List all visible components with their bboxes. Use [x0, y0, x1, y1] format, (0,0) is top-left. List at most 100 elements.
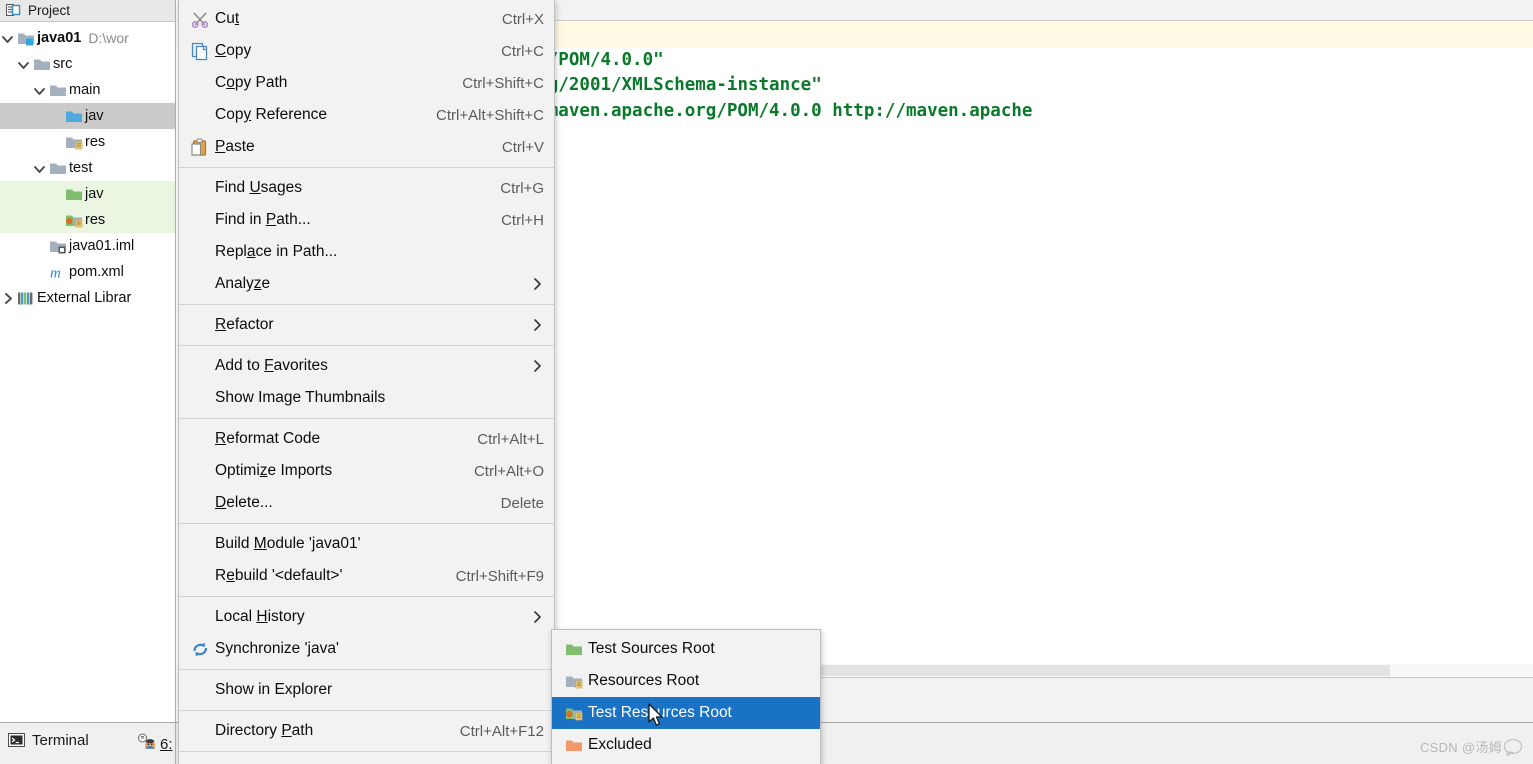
- tree-node-path: D:\wor: [88, 30, 129, 46]
- menu-separator: [179, 418, 554, 419]
- csdn-watermark: CSDN @汤姆: [1420, 737, 1523, 756]
- paste-clipboard-icon: [185, 138, 215, 157]
- menu-item-shortcut: Ctrl+C: [501, 42, 544, 60]
- menu-item-rebuild-default[interactable]: Rebuild '<default>' Ctrl+Shift+F9: [179, 560, 554, 592]
- menu-item-paste[interactable]: Paste Ctrl+V: [179, 131, 554, 163]
- tree-node-label: test: [69, 160, 93, 176]
- menu-separator: [179, 596, 554, 597]
- menu-item-optimize-imports[interactable]: Optimize Imports Ctrl+Alt+O: [179, 455, 554, 487]
- resources-root-folder-icon: [63, 133, 85, 151]
- menu-item-shortcut: Ctrl+Alt+L: [477, 430, 544, 448]
- tree-node-label: pom.xml: [69, 264, 124, 280]
- chevron-right-icon[interactable]: [0, 292, 15, 305]
- menu-item-add-to-favorites[interactable]: Add to Favorites: [179, 350, 554, 382]
- menu-item-build-module-java01[interactable]: Build Module 'java01': [179, 528, 554, 560]
- test-sources-root-icon: [560, 640, 588, 658]
- tree-node-src[interactable]: src: [0, 51, 175, 77]
- menu-item-label: Replace in Path...: [215, 243, 338, 260]
- menu-item-analyze[interactable]: Analyze: [179, 268, 554, 300]
- chevron-down-icon[interactable]: [16, 58, 31, 71]
- project-panel-header[interactable]: Project: [0, 0, 175, 22]
- tree-node-label: res: [85, 212, 106, 228]
- menu-item-label: Delete...: [215, 494, 273, 511]
- chevron-down-icon[interactable]: [32, 162, 47, 175]
- menu-item-shortcut: Ctrl+X: [501, 10, 544, 28]
- menu-item-reformat-code[interactable]: Reformat Code Ctrl+Alt+L: [179, 423, 554, 455]
- menu-item-local-history[interactable]: Local History: [179, 601, 554, 633]
- submenu-item-label: Resources Root: [588, 672, 700, 689]
- cut-scissors-icon: [185, 10, 215, 29]
- context-menu[interactable]: Cut Ctrl+X Copy Ctrl+C Copy Path Ctrl+Shift+C…: [178, 0, 555, 764]
- chevron-right-icon: [531, 359, 544, 373]
- submenu-item-label: Excluded: [588, 736, 652, 753]
- menu-item-cut[interactable]: Cut Ctrl+X: [179, 3, 554, 35]
- iml-file-icon: [47, 237, 69, 255]
- menu-item-show-in-explorer[interactable]: Show in Explorer: [179, 674, 554, 706]
- menu-separator: [179, 710, 554, 711]
- menu-item-label: Build Module 'java01': [215, 535, 361, 552]
- excluded-folder-icon: [560, 736, 588, 754]
- tree-node-label: jav: [85, 186, 104, 202]
- tree-node-res[interactable]: res: [0, 207, 175, 233]
- test-resources-root-folder-icon: [63, 211, 85, 229]
- submenu-item-test-sources-root[interactable]: Test Sources Root: [552, 633, 820, 665]
- menu-item-replace-in-path[interactable]: Replace in Path...: [179, 236, 554, 268]
- tree-node-java01-iml[interactable]: java01.iml: [0, 233, 175, 259]
- mark-directory-as-submenu[interactable]: Test Sources Root Resources Root Test Reso…: [551, 629, 821, 764]
- tree-node-test[interactable]: test: [0, 155, 175, 181]
- module-folder-icon: [15, 29, 37, 47]
- test-resources-root-icon: [560, 704, 588, 722]
- external-libraries-icon: [15, 289, 37, 307]
- event-log-tool-button[interactable]: 6:: [137, 733, 173, 755]
- menu-item-label: Add to Favorites: [215, 357, 328, 374]
- chevron-down-icon[interactable]: [32, 84, 47, 97]
- submenu-item-excluded[interactable]: Excluded: [552, 729, 820, 761]
- tree-node-jav[interactable]: jav: [0, 103, 175, 129]
- chevron-down-icon[interactable]: [0, 32, 15, 45]
- tree-node-res[interactable]: res: [0, 129, 175, 155]
- menu-item-compare-with[interactable]: Compare With...Ctrl+D: [179, 756, 554, 764]
- menu-item-delete[interactable]: Delete... Delete: [179, 487, 554, 519]
- menu-item-synchronize-java[interactable]: Synchronize 'java': [179, 633, 554, 665]
- folder-icon: [31, 55, 53, 73]
- tree-node-main[interactable]: main: [0, 77, 175, 103]
- menu-item-label: Rebuild '<default>': [215, 567, 343, 584]
- test-sources-root-folder-icon: [63, 185, 85, 203]
- menu-item-copy-path[interactable]: Copy Path Ctrl+Shift+C: [179, 67, 554, 99]
- menu-item-shortcut: Ctrl+H: [501, 211, 544, 229]
- menu-item-copy[interactable]: Copy Ctrl+C: [179, 35, 554, 67]
- submenu-item-resources-root[interactable]: Resources Root: [552, 665, 820, 697]
- menu-item-directory-path[interactable]: Directory Path Ctrl+Alt+F12: [179, 715, 554, 747]
- menu-item-shortcut: Ctrl+Shift+C: [462, 74, 544, 92]
- tree-node-java01[interactable]: java01 D:\wor: [0, 25, 175, 51]
- tree-node-pom-xml[interactable]: m pom.xml: [0, 259, 175, 285]
- terminal-icon: [8, 732, 25, 749]
- tree-node-external-librar[interactable]: External Librar: [0, 285, 175, 311]
- project-panel-title: Project: [28, 3, 71, 18]
- tree-node-label: src: [53, 56, 73, 72]
- terminal-label: Terminal: [32, 732, 89, 749]
- tree-node-jav[interactable]: jav: [0, 181, 175, 207]
- menu-item-find-in-path[interactable]: Find in Path... Ctrl+H: [179, 204, 554, 236]
- event-log-label: 6:: [160, 735, 173, 753]
- project-tool-window: Project java01 D:\wor src main jav res test jav…: [0, 0, 176, 722]
- chevron-right-icon: [531, 610, 544, 624]
- project-tree[interactable]: java01 D:\wor src main jav res test jav res java0…: [0, 22, 175, 311]
- project-window-icon: [6, 3, 21, 18]
- chevron-right-icon: [531, 277, 544, 291]
- tree-node-label: java01.iml: [69, 238, 135, 254]
- menu-item-shortcut: Ctrl+Alt+O: [473, 462, 544, 480]
- menu-item-find-usages[interactable]: Find Usages Ctrl+G: [179, 172, 554, 204]
- watermark-text: CSDN @汤姆: [1419, 740, 1502, 755]
- menu-item-refactor[interactable]: Refactor: [179, 309, 554, 341]
- menu-item-copy-reference[interactable]: Copy Reference Ctrl+Alt+Shift+C: [179, 99, 554, 131]
- submenu-item-test-resources-root[interactable]: Test Resources Root: [552, 697, 820, 729]
- menu-separator: [179, 304, 554, 305]
- menu-item-show-image-thumbnails[interactable]: Show Image Thumbnails: [179, 382, 554, 414]
- menu-item-shortcut: Ctrl+G: [500, 179, 544, 197]
- menu-item-label: Directory Path: [215, 722, 314, 739]
- speech-bubble-icon: [1503, 738, 1523, 756]
- menu-item-label: Paste: [215, 138, 255, 155]
- terminal-tool-button[interactable]: Terminal: [8, 732, 89, 749]
- menu-separator: [179, 167, 554, 168]
